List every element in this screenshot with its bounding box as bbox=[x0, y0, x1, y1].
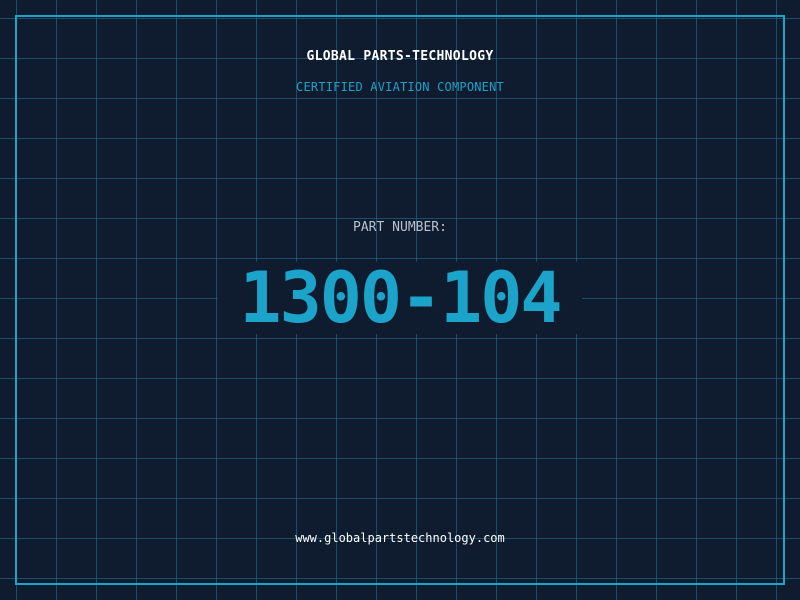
website-url: www.globalpartstechnology.com bbox=[295, 531, 505, 545]
part-number-label: PART NUMBER: bbox=[353, 220, 447, 235]
part-card: GLOBAL PARTS-TECHNOLOGY CERTIFIED AVIATI… bbox=[0, 0, 800, 600]
certification-tagline: CERTIFIED AVIATION COMPONENT bbox=[296, 80, 504, 94]
part-number-value: 1300-104 bbox=[239, 257, 562, 339]
company-name: GLOBAL PARTS-TECHNOLOGY bbox=[306, 49, 494, 64]
